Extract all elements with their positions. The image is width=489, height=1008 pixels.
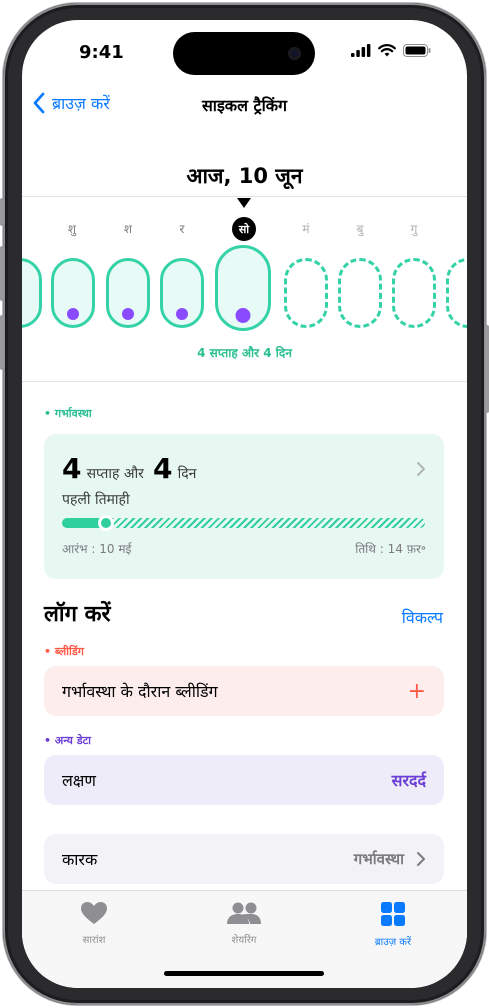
today-pointer-icon <box>237 198 251 208</box>
cellular-signal-icon <box>351 44 371 57</box>
battery-icon <box>403 44 431 57</box>
start-date-label: आरंभ : 10 मई <box>62 542 132 556</box>
trimester-label: पहली तिमाही <box>62 492 130 508</box>
top-divider <box>22 196 467 197</box>
grid-icon <box>381 902 405 926</box>
wifi-icon <box>378 44 396 57</box>
log-title: लॉग करें <box>44 602 111 627</box>
date-title: आज, 10 जून <box>186 164 303 188</box>
tab-sharing[interactable]: शेयरिंग <box>189 901 299 946</box>
calendar-divider <box>22 381 467 382</box>
progress-knob <box>97 515 114 531</box>
volume-down-button <box>0 315 4 370</box>
tab-sharing-label: शेयरिंग <box>231 935 257 946</box>
symptoms-label: लक्षण <box>62 771 96 790</box>
tab-browse-label: ब्राउज़ करें <box>374 937 412 948</box>
day-cell[interactable] <box>392 258 436 328</box>
bleeding-row[interactable]: गर्भावस्था के दौरान ब्लीडिंग + <box>44 666 444 716</box>
day-cell[interactable] <box>22 258 42 328</box>
options-button[interactable]: विकल्प <box>402 606 443 628</box>
bleeding-row-label: गर्भावस्था के दौरान ब्लीडिंग <box>62 682 218 701</box>
weekday-label: श <box>123 222 133 236</box>
day-cell-today[interactable] <box>215 245 271 331</box>
pregnancy-days: 4 <box>153 452 173 485</box>
weekday-label: मं <box>302 222 310 236</box>
status-time: 9:41 <box>79 42 124 63</box>
log-dot-icon <box>122 308 134 320</box>
pregnancy-duration: 4 सप्ताह और 4 दिन <box>62 452 196 485</box>
day-cell[interactable] <box>160 258 204 328</box>
dynamic-island <box>173 32 315 75</box>
heart-icon <box>81 902 107 924</box>
log-dot-icon <box>67 308 79 320</box>
page-title: साइकल ट्रैकिंग <box>201 96 288 115</box>
chevron-right-icon <box>416 458 426 482</box>
people-icon <box>227 902 261 924</box>
weekday-selected[interactable]: सो <box>232 217 256 241</box>
volume-up-button <box>0 246 4 301</box>
factors-value-group: गर्भावस्था <box>354 849 426 869</box>
bleeding-section-label: • ब्लीडिंग <box>44 645 84 658</box>
tab-browse[interactable]: ब्राउज़ करें <box>338 901 448 948</box>
status-icons <box>351 44 431 57</box>
pregnancy-dates: आरंभ : 10 मई तिथि : 14 फ़र॰ <box>62 540 426 557</box>
pregnancy-card[interactable]: 4 सप्ताह और 4 दिन पहली तिमाही आरंभ : 10 … <box>44 434 444 579</box>
weekday-label: बु <box>356 222 364 236</box>
tab-summary-label: सारांश <box>82 935 106 946</box>
symptoms-value: सरदर्द <box>391 771 426 790</box>
day-cell[interactable] <box>284 258 328 328</box>
day-cell[interactable] <box>51 258 95 328</box>
day-cell[interactable] <box>446 258 467 328</box>
pregnancy-days-unit: दिन <box>177 466 197 482</box>
factors-label: कारक <box>62 850 98 869</box>
pregnancy-weeks-unit: सप्ताह और <box>86 466 144 482</box>
home-indicator <box>164 971 324 976</box>
camera-icon <box>288 47 301 60</box>
pregnancy-section-label: • गर्भावस्था <box>44 407 92 420</box>
weekday-label: गु <box>410 222 418 236</box>
factors-row[interactable]: कारक गर्भावस्था <box>44 834 444 884</box>
pregnancy-weeks: 4 <box>62 452 82 485</box>
day-cell[interactable] <box>338 258 382 328</box>
screen: 9:41 ब्राउज़ करें साइकल ट्रैकिंग आज, 10 … <box>22 20 467 988</box>
symptoms-row[interactable]: लक्षण सरदर्द <box>44 755 444 805</box>
pregnancy-progress-bar <box>62 515 425 531</box>
log-dot-icon <box>176 308 188 320</box>
factors-value: गर्भावस्था <box>353 850 404 868</box>
log-dot-icon <box>235 308 251 323</box>
day-cell[interactable] <box>106 258 150 328</box>
weekday-label: ब <box>22 220 30 237</box>
due-date-label: तिथि : 14 फ़र॰ <box>355 542 426 556</box>
other-data-section-label: • अन्य डेटा <box>44 734 92 747</box>
chevron-right-icon <box>417 852 425 866</box>
power-button <box>485 325 489 413</box>
action-button <box>0 198 4 226</box>
weekday-label: शु <box>67 222 77 236</box>
weekday-label: र <box>179 222 185 236</box>
add-bleeding-button[interactable]: + <box>408 679 426 704</box>
tab-summary[interactable]: सारांश <box>39 901 149 946</box>
pregnancy-week-label: 4 सप्ताह और 4 दिन <box>197 346 292 360</box>
